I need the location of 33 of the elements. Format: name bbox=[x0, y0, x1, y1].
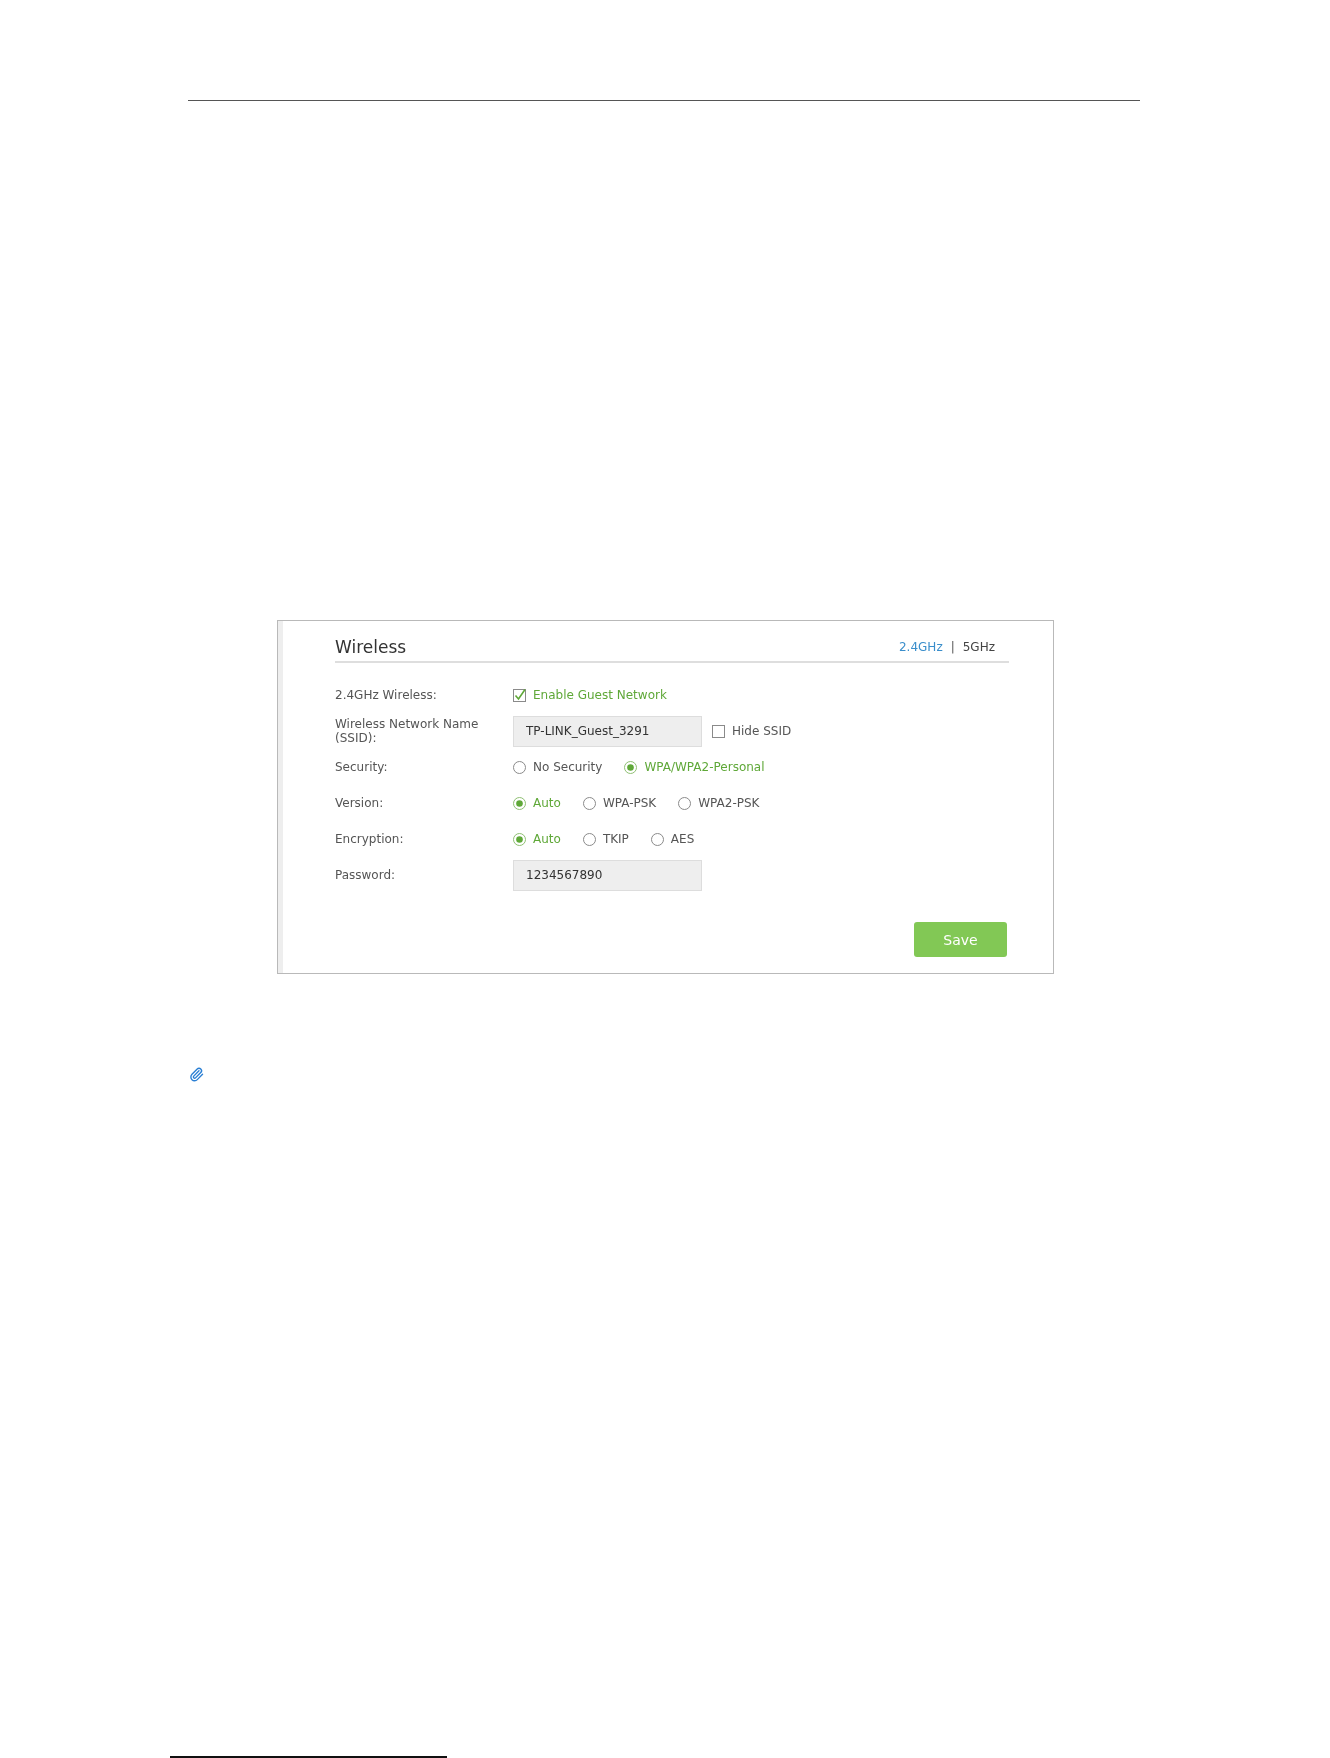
checkbox[interactable] bbox=[513, 688, 526, 702]
radio-label: WPA-PSK bbox=[602, 796, 657, 810]
field-label: Security: bbox=[335, 760, 389, 774]
checkbox[interactable] bbox=[712, 724, 725, 738]
radio-button[interactable] bbox=[650, 832, 664, 846]
field-label: Version: bbox=[335, 796, 385, 810]
field-label: Wireless Network Name (SSID): bbox=[335, 717, 480, 745]
band-tab[interactable]: 5GHz bbox=[962, 640, 995, 654]
panel-title: Wireless bbox=[335, 636, 407, 659]
input-field[interactable]: TP-LINK_Guest_3291 bbox=[513, 715, 702, 747]
radio-label: Auto bbox=[533, 796, 561, 810]
radio-button[interactable] bbox=[624, 760, 638, 774]
radio-label: AES bbox=[670, 832, 695, 846]
input-field[interactable]: 1234567890 bbox=[513, 859, 702, 891]
paperclip-icon bbox=[189, 1067, 204, 1082]
checkbox-label: Enable Guest Network bbox=[533, 688, 667, 702]
radio-button[interactable] bbox=[582, 832, 596, 846]
radio-label: WPA/WPA2-Personal bbox=[644, 760, 765, 774]
radio-label: TKIP bbox=[602, 832, 629, 846]
field-label: Encryption: bbox=[335, 832, 405, 846]
checkbox-label: Hide SSID bbox=[732, 724, 792, 738]
radio-label: No Security bbox=[533, 760, 603, 774]
radio-button[interactable] bbox=[582, 796, 596, 810]
radio-label: WPA2-PSK bbox=[698, 796, 760, 810]
radio-button[interactable] bbox=[678, 796, 692, 810]
field-label: 2.4GHz Wireless: bbox=[335, 688, 438, 702]
band-separator: | bbox=[950, 640, 955, 654]
radio-button[interactable] bbox=[513, 796, 526, 810]
radio-button[interactable] bbox=[513, 832, 526, 846]
radio-label: Auto bbox=[533, 832, 561, 846]
band-tab[interactable]: 2.4GHz bbox=[898, 640, 943, 654]
radio-button[interactable] bbox=[513, 760, 526, 774]
field-label: Password: bbox=[335, 868, 397, 882]
